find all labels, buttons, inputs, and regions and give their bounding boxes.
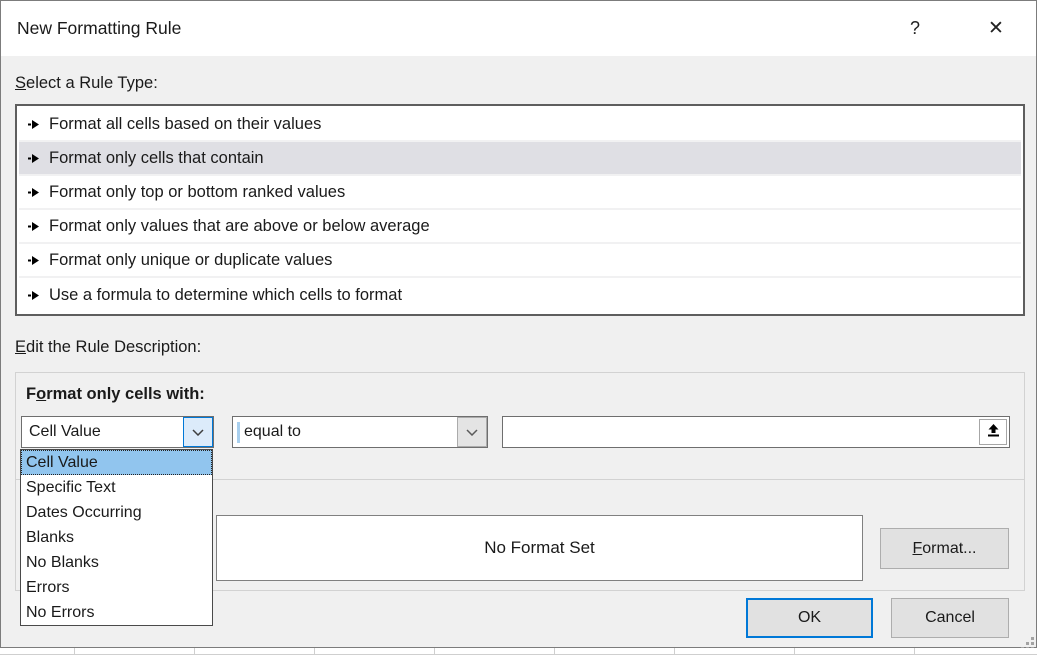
rule-arrow-icon bbox=[28, 222, 39, 231]
help-icon: ? bbox=[910, 18, 920, 38]
rule-type-option-label: Use a formula to determine which cells t… bbox=[49, 286, 402, 305]
format-preview-box: No Format Set bbox=[216, 515, 863, 581]
cell-type-combobox-value: Cell Value bbox=[29, 423, 101, 441]
operator-combobox-value: equal to bbox=[244, 423, 301, 441]
rule-type-option-label: Format only unique or duplicate values bbox=[49, 251, 332, 270]
dropdown-option-blanks[interactable]: Blanks bbox=[21, 525, 212, 550]
ok-button[interactable]: OK bbox=[746, 598, 873, 638]
edit-description-label: Edit the Rule Description: bbox=[15, 338, 201, 357]
format-preview-text: No Format Set bbox=[484, 538, 595, 558]
rule-type-option-label: Format only cells that contain bbox=[49, 149, 264, 168]
rule-arrow-icon bbox=[28, 256, 39, 265]
rule-type-option-3[interactable]: Format only values that are above or bel… bbox=[19, 210, 1021, 244]
condition-heading: Format only cells with: bbox=[26, 385, 205, 404]
rule-arrow-icon bbox=[28, 188, 39, 197]
rule-type-option-4[interactable]: Format only unique or duplicate values bbox=[19, 244, 1021, 278]
rule-type-label: Select a Rule Type: bbox=[15, 74, 158, 93]
close-button[interactable]: ✕ bbox=[975, 1, 1017, 56]
rule-arrow-icon bbox=[28, 120, 39, 129]
dropdown-option-cell-value[interactable]: Cell Value bbox=[21, 450, 212, 475]
dialog-title: New Formatting Rule bbox=[17, 1, 181, 56]
dropdown-option-no-errors[interactable]: No Errors bbox=[21, 600, 212, 625]
cell-type-dropdown-list: Cell Value Specific Text Dates Occurring… bbox=[20, 449, 213, 626]
screen: New Formatting Rule ? ✕ Select a Rule Ty… bbox=[0, 0, 1037, 655]
rule-arrow-icon bbox=[28, 291, 39, 300]
operator-combobox[interactable]: equal to bbox=[232, 416, 488, 448]
close-icon: ✕ bbox=[988, 18, 1004, 39]
dropdown-option-specific-text[interactable]: Specific Text bbox=[21, 475, 212, 500]
value-input[interactable] bbox=[506, 420, 974, 444]
format-button[interactable]: Format... bbox=[880, 528, 1009, 569]
range-picker-button[interactable] bbox=[979, 419, 1007, 445]
rule-type-option-label: Format only top or bottom ranked values bbox=[49, 183, 345, 202]
value-field-wrap bbox=[502, 416, 1010, 448]
rule-type-option-label: Format all cells based on their values bbox=[49, 115, 321, 134]
dropdown-option-dates-occurring[interactable]: Dates Occurring bbox=[21, 500, 212, 525]
text-caret bbox=[237, 422, 240, 443]
rule-type-option-label: Format only values that are above or bel… bbox=[49, 217, 430, 236]
rule-type-option-5[interactable]: Use a formula to determine which cells t… bbox=[19, 278, 1021, 312]
cancel-button[interactable]: Cancel bbox=[891, 598, 1009, 638]
rule-type-option-2[interactable]: Format only top or bottom ranked values bbox=[19, 176, 1021, 210]
rule-type-option-1[interactable]: Format only cells that contain bbox=[19, 142, 1021, 176]
rule-type-option-0[interactable]: Format all cells based on their values bbox=[19, 108, 1021, 142]
help-button[interactable]: ? bbox=[894, 1, 936, 56]
dropdown-option-errors[interactable]: Errors bbox=[21, 575, 212, 600]
rule-type-listbox: Format all cells based on their values F… bbox=[15, 104, 1025, 316]
worksheet-background bbox=[0, 648, 1037, 655]
rule-arrow-icon bbox=[28, 154, 39, 163]
dialog-titlebar[interactable]: New Formatting Rule ? ✕ bbox=[1, 1, 1036, 56]
chevron-down-icon[interactable] bbox=[457, 417, 487, 447]
cell-type-combobox[interactable]: Cell Value bbox=[21, 416, 214, 448]
new-formatting-rule-dialog: New Formatting Rule ? ✕ Select a Rule Ty… bbox=[0, 0, 1037, 648]
collapse-dialog-arrow-icon bbox=[988, 424, 999, 440]
dropdown-option-no-blanks[interactable]: No Blanks bbox=[21, 550, 212, 575]
chevron-down-icon[interactable] bbox=[183, 417, 213, 447]
